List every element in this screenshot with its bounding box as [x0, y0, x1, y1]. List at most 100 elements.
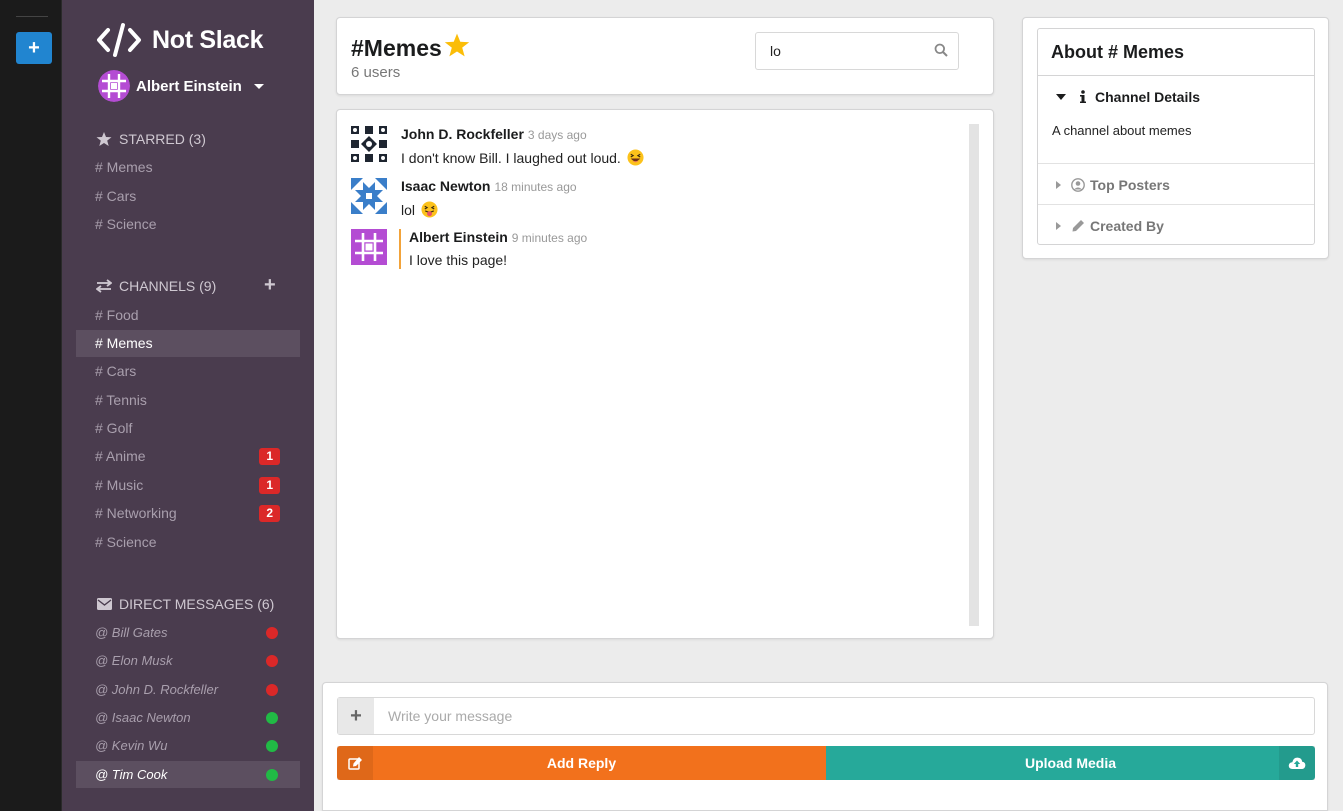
- channel-item-anime[interactable]: # Anime 1: [76, 443, 300, 470]
- message-time: 9 minutes ago: [511, 231, 588, 245]
- message-text: I don't know Bill. I laughed out loud.: [401, 149, 644, 166]
- channel-item-music[interactable]: # Music 1: [76, 472, 300, 499]
- channel-title: #Memes: [351, 32, 470, 65]
- channels-header: CHANNELS (9) +: [96, 274, 276, 296]
- message-author[interactable]: John D. Rockfeller: [401, 126, 524, 142]
- rail-divider: [16, 16, 48, 17]
- channel-item-science[interactable]: # Science: [76, 529, 300, 556]
- message-body: Isaac Newton 18 minutes ago lol: [401, 178, 577, 218]
- top-posters-section: Top Posters: [1038, 175, 1314, 195]
- unread-badge: 1: [259, 448, 280, 465]
- unread-badge: 2: [259, 505, 280, 522]
- dm-item-bill-gates[interactable]: @ Bill Gates: [76, 619, 300, 646]
- sidebar: Not Slack Albert Einstein STARRED (3) # …: [62, 0, 314, 811]
- info-icon: [1076, 90, 1090, 104]
- message-time: 3 days ago: [527, 128, 587, 142]
- starred-item-cars[interactable]: # Cars: [76, 183, 300, 210]
- channel-details-section: Channel Details A channel about memes: [1038, 87, 1314, 138]
- cloud-upload-icon: [1279, 746, 1315, 780]
- channels-header-label: CHANNELS (9): [119, 278, 217, 294]
- dm-header: DIRECT MESSAGES (6): [96, 596, 274, 612]
- divider: [1038, 163, 1314, 164]
- about-accordion: About # Memes Channel Details A channel …: [1037, 28, 1315, 245]
- status-offline-dot: [266, 684, 278, 696]
- message-text: I love this page!: [409, 252, 508, 268]
- add-attachment-button[interactable]: +: [338, 698, 374, 734]
- channel-label: # Music: [95, 477, 144, 493]
- upload-media-label: Upload Media: [1024, 755, 1116, 771]
- mail-icon: [96, 596, 112, 612]
- channel-user-count: 6 users: [351, 64, 401, 81]
- channel-label: # Memes: [95, 335, 153, 351]
- star-icon: [96, 131, 112, 147]
- tongue-emoji-icon: [421, 201, 438, 218]
- star-icon[interactable]: [444, 32, 470, 65]
- channel-item-memes[interactable]: # Memes: [76, 330, 300, 357]
- avatar: [98, 70, 130, 102]
- upload-media-button[interactable]: Upload Media: [826, 746, 1315, 780]
- channel-details-toggle[interactable]: Channel Details: [1038, 87, 1314, 107]
- starred-item-memes[interactable]: # Memes: [76, 154, 300, 181]
- channel-item-networking[interactable]: # Networking 2: [76, 500, 300, 527]
- pencil-icon: [1071, 219, 1085, 233]
- user-menu[interactable]: Albert Einstein: [98, 70, 264, 102]
- created-by-toggle[interactable]: Created By: [1038, 216, 1314, 236]
- channel-description: A channel about memes: [1052, 123, 1192, 138]
- dm-label: @ Kevin Wu: [95, 738, 168, 753]
- dm-item-elon-musk[interactable]: @ Elon Musk: [76, 647, 300, 674]
- dm-item-kevin-wu[interactable]: @ Kevin Wu: [76, 732, 300, 759]
- add-channel-button[interactable]: +: [264, 274, 276, 297]
- about-title: About # Memes: [1038, 29, 1314, 76]
- add-reply-label: Add Reply: [546, 755, 617, 771]
- dm-label: @ Elon Musk: [95, 653, 173, 668]
- app-name: Not Slack: [152, 25, 264, 54]
- channel-item-cars[interactable]: # Cars: [76, 358, 300, 385]
- caret-right-icon: [1056, 222, 1061, 230]
- scrollbar[interactable]: [969, 124, 979, 626]
- add-workspace-button[interactable]: +: [16, 32, 52, 64]
- caret-right-icon: [1056, 181, 1061, 189]
- dm-item-isaac-newton[interactable]: @ Isaac Newton: [76, 704, 300, 731]
- channel-item-tennis[interactable]: # Tennis: [76, 387, 300, 414]
- user-name: Albert Einstein: [136, 77, 242, 95]
- message-input[interactable]: [374, 698, 1314, 734]
- channel-label: # Science: [95, 534, 157, 550]
- channel-label: # Food: [95, 307, 139, 323]
- chevron-down-icon: [253, 83, 264, 89]
- channel-label: # Cars: [95, 363, 137, 379]
- dm-label: @ John D. Rockfeller: [95, 682, 219, 697]
- created-by-label: Created By: [1090, 218, 1164, 234]
- channel-label: # Networking: [95, 505, 177, 521]
- status-online-dot: [266, 740, 278, 752]
- status-offline-dot: [266, 655, 278, 667]
- message-text-content: I don't know Bill. I laughed out loud.: [401, 150, 621, 166]
- dm-item-john-rockfeller[interactable]: @ John D. Rockfeller: [76, 676, 300, 703]
- channel-item-golf[interactable]: # Golf: [76, 415, 300, 442]
- channel-label: # Golf: [95, 420, 133, 436]
- caret-down-icon: [1056, 94, 1066, 100]
- status-online-dot: [266, 769, 278, 781]
- exchange-icon: [96, 278, 112, 294]
- edit-icon: [337, 746, 373, 780]
- message-input-group: +: [337, 697, 1315, 735]
- message-body: Albert Einstein 9 minutes ago I love this…: [399, 229, 587, 269]
- top-posters-label: Top Posters: [1090, 177, 1170, 193]
- unread-badge: 1: [259, 477, 280, 494]
- top-posters-toggle[interactable]: Top Posters: [1038, 175, 1314, 195]
- add-reply-button[interactable]: Add Reply: [337, 746, 826, 780]
- message-author[interactable]: Albert Einstein: [409, 229, 508, 245]
- starred-item-science[interactable]: # Science: [76, 211, 300, 238]
- channel-details-label: Channel Details: [1095, 89, 1201, 105]
- message-composer: + Add Reply Upload Media: [322, 682, 1328, 811]
- channel-title-text: #Memes: [351, 35, 442, 61]
- starred-header: STARRED (3): [96, 131, 206, 147]
- channel-item-food[interactable]: # Food: [76, 302, 300, 329]
- dm-item-tim-cook[interactable]: @ Tim Cook: [76, 761, 300, 788]
- search-icon[interactable]: [934, 43, 948, 57]
- divider: [1038, 204, 1314, 205]
- status-online-dot: [266, 712, 278, 724]
- dm-label: @ Isaac Newton: [95, 710, 191, 725]
- search-input[interactable]: [756, 33, 916, 69]
- dm-label: @ Tim Cook: [95, 767, 168, 782]
- message-author[interactable]: Isaac Newton: [401, 178, 490, 194]
